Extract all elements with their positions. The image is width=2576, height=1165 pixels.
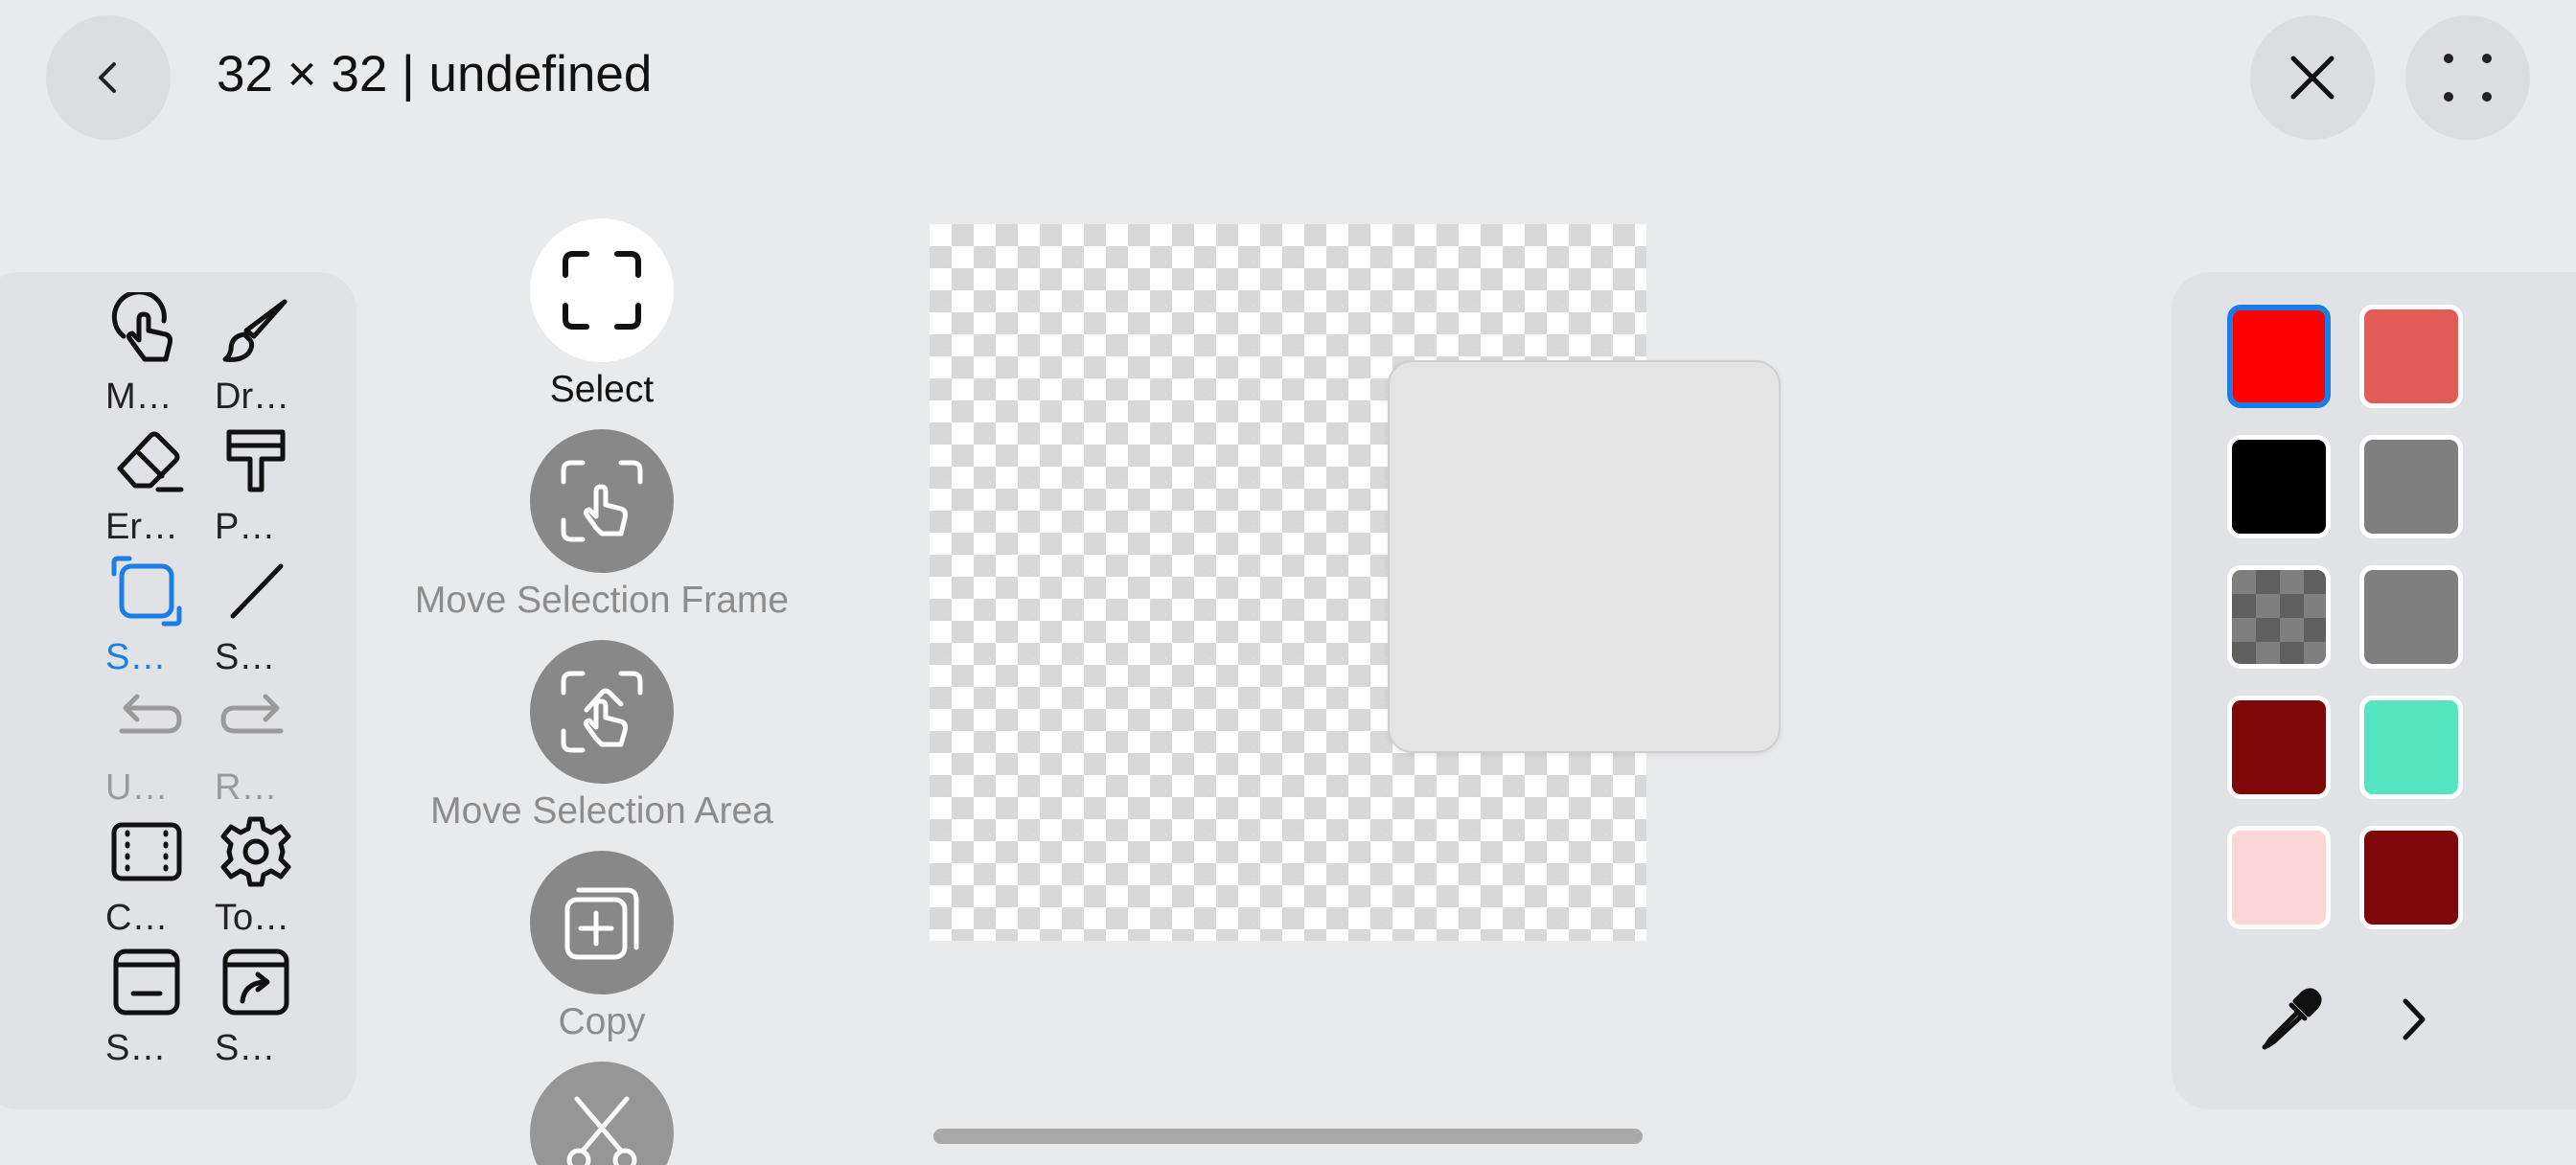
- move-area-icon: [530, 640, 674, 784]
- color-swatch[interactable]: [2227, 826, 2331, 929]
- brush-icon: [213, 287, 299, 374]
- chevron-right-icon: [2403, 998, 2426, 1040]
- eraser-icon: [104, 418, 190, 504]
- copy-icon: [530, 851, 674, 994]
- close-button[interactable]: [2250, 15, 2375, 140]
- tool-label: P…: [215, 507, 276, 547]
- color-swatch[interactable]: [2359, 565, 2463, 669]
- chevron-left-icon: [99, 62, 116, 93]
- subtool-move-selection-frame[interactable]: Move Selection Frame: [401, 429, 803, 623]
- color-swatch[interactable]: [2227, 305, 2331, 408]
- save-as-icon: [213, 939, 299, 1025]
- tool-save-as[interactable]: S…: [213, 939, 318, 1068]
- eyedropper-icon: [2262, 988, 2322, 1050]
- tool-eraser[interactable]: Er…: [104, 418, 209, 547]
- close-icon: [2290, 56, 2334, 100]
- select-frame-icon: [530, 218, 674, 362]
- move-frame-icon: [530, 429, 674, 573]
- selection-preview-popup: [1388, 360, 1781, 753]
- tool-paint-bucket[interactable]: P…: [213, 418, 318, 547]
- color-swatch[interactable]: [2359, 435, 2463, 538]
- tool-label: S…: [215, 1028, 276, 1068]
- color-swatch[interactable]: [2227, 696, 2331, 799]
- color-swatch[interactable]: [2227, 565, 2331, 669]
- tool-label: R…: [215, 767, 278, 808]
- palette-next-button[interactable]: [2375, 981, 2451, 1058]
- tool-label: Dr…: [215, 377, 290, 417]
- color-swatch[interactable]: [2359, 826, 2463, 929]
- tool-undo[interactable]: U…: [104, 678, 209, 808]
- tool-label: M…: [105, 377, 172, 417]
- subtool-copy[interactable]: Copy: [401, 851, 803, 1044]
- back-button[interactable]: [46, 15, 171, 140]
- tool-label: U…: [105, 767, 169, 808]
- tool-save[interactable]: S…: [104, 939, 209, 1068]
- subtool-label: Move Selection Frame: [414, 580, 790, 621]
- color-swatch[interactable]: [2359, 696, 2463, 799]
- more-button[interactable]: [2405, 15, 2530, 140]
- redo-icon: [213, 678, 299, 765]
- color-swatch[interactable]: [2227, 435, 2331, 538]
- tool-select[interactable]: S…: [104, 548, 209, 677]
- tool-label: To…: [215, 898, 290, 938]
- subtool-cut[interactable]: [401, 1062, 803, 1165]
- line-icon: [213, 548, 299, 634]
- subtool-label: Select: [549, 369, 655, 410]
- select-square-icon: [104, 548, 190, 634]
- tool-label: S…: [105, 637, 167, 677]
- subtool-select[interactable]: Select: [401, 218, 803, 412]
- tool-label: S…: [105, 1028, 167, 1068]
- subtool-move-selection-area[interactable]: Move Selection Area: [401, 640, 803, 834]
- tool-label: Er…: [105, 507, 178, 547]
- subtool-label: Copy: [558, 1001, 646, 1042]
- color-swatch[interactable]: [2359, 305, 2463, 408]
- tool-move[interactable]: M…: [104, 287, 209, 417]
- canvas-frame-icon: [104, 809, 190, 895]
- tool-redo[interactable]: R…: [213, 678, 318, 808]
- save-icon: [104, 939, 190, 1025]
- page-title: 32 × 32 | undefined: [217, 46, 653, 103]
- paint-bucket-icon: [213, 418, 299, 504]
- tool-canvas[interactable]: C…: [104, 809, 209, 938]
- grid-dots-icon: [2444, 54, 2492, 102]
- gear-icon: [213, 809, 299, 895]
- tool-label: C…: [105, 898, 169, 938]
- hand-pointer-icon: [104, 287, 190, 374]
- eyedropper-button[interactable]: [2252, 981, 2329, 1058]
- subtool-label: Move Selection Area: [430, 790, 773, 832]
- tool-settings[interactable]: To…: [213, 809, 318, 938]
- tool-line[interactable]: S…: [213, 548, 318, 677]
- tool-draw[interactable]: Dr…: [213, 287, 318, 417]
- undo-icon: [104, 678, 190, 765]
- tool-label: S…: [215, 637, 276, 677]
- horizontal-scrollbar[interactable]: [933, 1129, 1643, 1144]
- cut-icon: [530, 1062, 674, 1165]
